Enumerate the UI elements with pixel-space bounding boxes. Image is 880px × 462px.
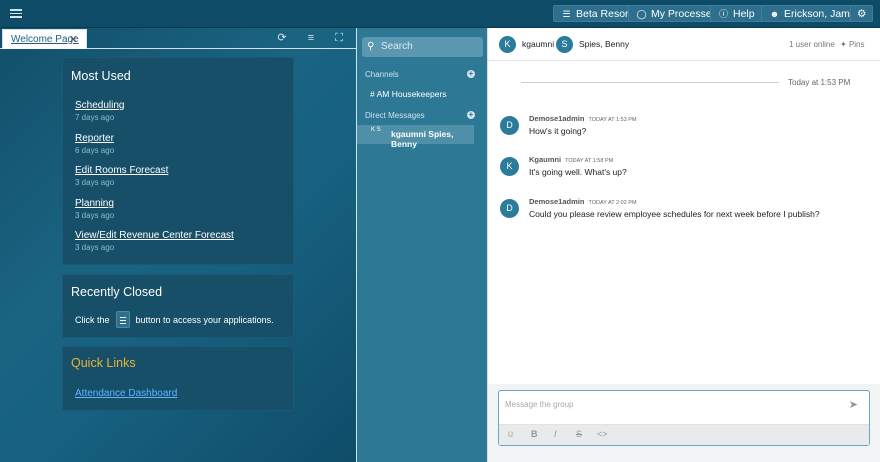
message-text: How's it going?	[529, 126, 587, 136]
day-label: Today at 1:53 PM	[788, 78, 851, 87]
search-input[interactable]: ⚲ Search	[362, 37, 483, 57]
avatar: K	[500, 157, 519, 176]
channel-am-housekeepers[interactable]: # AM Housekeepers	[370, 89, 447, 99]
circle-icon: ◯	[636, 9, 647, 19]
user-settings-button[interactable]: ⚙	[850, 5, 874, 22]
pin-icon: ✦	[840, 40, 847, 49]
group-avatar: K S	[371, 127, 381, 133]
most-used-link-revenue-center-forecast[interactable]: View/Edit Revenue Center Forecast	[75, 230, 234, 241]
channels-heading: Channels	[365, 70, 399, 79]
tab-welcome-page[interactable]: Welcome Page ✕	[2, 29, 87, 49]
quick-links-title: Quick Links	[71, 356, 136, 370]
most-used-link-planning[interactable]: Planning	[75, 198, 114, 209]
add-channel-icon[interactable]: +	[467, 70, 475, 78]
recently-closed-text: Click the button to access your applicat…	[75, 311, 274, 328]
message-text: It's going well. What's up?	[529, 167, 627, 177]
recently-closed-title: Recently Closed	[71, 285, 163, 299]
most-used-link-reporter[interactable]: Reporter	[75, 133, 114, 144]
most-used-link-edit-rooms-forecast[interactable]: Edit Rooms Forecast	[75, 165, 168, 176]
day-divider	[521, 82, 779, 83]
recently-closed-card: Recently Closed Click the button to acce…	[62, 274, 294, 338]
emoji-icon[interactable]: ☺	[506, 429, 515, 439]
help-button[interactable]: ⓘ Help	[710, 5, 763, 22]
refresh-icon[interactable]: ⟳	[276, 32, 288, 44]
message-text: Could you please review employee schedul…	[529, 209, 820, 219]
avatar: D	[500, 199, 519, 218]
list-item: Reporter 6 days ago	[75, 133, 115, 155]
fullscreen-icon[interactable]: ⛶	[333, 32, 345, 44]
menu-icon[interactable]	[10, 7, 22, 19]
user-settings-icon: ⚙	[857, 8, 867, 20]
direct-messages-heading: Direct Messages	[365, 111, 425, 120]
chat-panel: K kgaumni S Spies, Benny 1 user online ✦…	[487, 28, 880, 462]
message-time: TODAY AT 1:58 PM	[565, 158, 614, 164]
message-time: TODAY AT 1:53 PM	[588, 117, 637, 123]
format-toolbar: ☺ B I S <>	[499, 424, 869, 445]
quick-links-card: Quick Links Attendance Dashboard	[62, 346, 294, 411]
message-author: Demose1admin	[529, 197, 585, 206]
top-bar: ☰ Beta Resort ◯ My Processes ⓘ Help ☻ Ericks…	[0, 0, 880, 28]
online-count: 1 user online	[789, 40, 835, 49]
avatar: D	[500, 116, 519, 135]
message-time: TODAY AT 2:02 PM	[588, 200, 637, 206]
list-item: Scheduling 7 days ago	[75, 100, 125, 122]
most-used-title: Most Used	[71, 69, 131, 83]
message-input[interactable]: Message the group ➤ ☺ B I S <>	[498, 390, 870, 446]
most-used-link-scheduling[interactable]: Scheduling	[75, 100, 124, 111]
direct-message-item[interactable]: K S kgaumni Spies, Benny	[357, 125, 474, 149]
user-icon: ☻	[769, 9, 780, 19]
message-author: Kgaumni	[529, 155, 562, 164]
applications-menu-icon[interactable]	[115, 311, 130, 328]
chat-header: K kgaumni S Spies, Benny 1 user online ✦…	[488, 28, 880, 61]
list-item: Edit Rooms Forecast 3 days ago	[75, 165, 169, 187]
participant-name: kgaumni	[522, 39, 555, 49]
list-item: Planning 3 days ago	[75, 198, 115, 220]
avatar: K	[499, 36, 516, 53]
attendance-dashboard-link[interactable]: Attendance Dashboard	[75, 388, 177, 399]
pins-button[interactable]: ✦ Pins	[840, 40, 865, 49]
code-icon[interactable]: <>	[597, 429, 608, 439]
bold-icon[interactable]: B	[531, 429, 538, 439]
workspace-panel: Welcome Page ✕ ⟳ ≡ ⛶ Most Used Schedulin…	[0, 28, 356, 462]
italic-icon[interactable]: I	[554, 429, 557, 439]
list-icon[interactable]: ≡	[305, 32, 317, 44]
help-icon: ⓘ	[718, 9, 728, 19]
search-icon: ⚲	[367, 41, 375, 52]
strikethrough-icon[interactable]: S	[576, 429, 582, 439]
list-item: View/Edit Revenue Center Forecast 3 days…	[75, 230, 234, 252]
participant-name: Spies, Benny	[579, 39, 630, 49]
tab-strip: Welcome Page ✕ ⟳ ≡ ⛶	[0, 28, 356, 49]
add-direct-message-icon[interactable]: +	[467, 111, 475, 119]
database-icon: ☰	[562, 9, 571, 19]
send-icon[interactable]: ➤	[849, 398, 858, 411]
close-icon[interactable]: ✕	[69, 30, 78, 50]
most-used-card: Most Used Scheduling 7 days ago Reporter…	[62, 57, 294, 265]
chat-sidebar: ⚲ Search Channels + # AM Housekeepers Di…	[356, 28, 487, 462]
avatar: S	[556, 36, 573, 53]
property-button[interactable]: ☰ Beta Resort	[553, 5, 640, 22]
message-author: Demose1admin	[529, 114, 585, 123]
